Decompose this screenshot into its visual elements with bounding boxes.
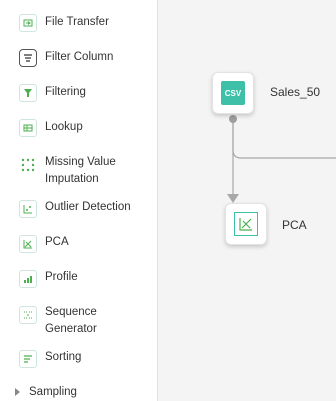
chevron-right-icon[interactable] bbox=[15, 388, 20, 396]
connector-line bbox=[232, 118, 336, 159]
palette-item-missing-value-imputation[interactable]: Missing Value Imputation bbox=[0, 153, 157, 189]
palette-item-label: Sequence Generator bbox=[45, 306, 97, 335]
sidebar-group-sampling[interactable]: Sampling bbox=[0, 384, 157, 401]
palette-item-lookup[interactable]: Lookup bbox=[0, 118, 157, 138]
file-transfer-icon bbox=[19, 14, 37, 32]
palette-item-label: Sorting bbox=[45, 351, 82, 363]
pca-icon bbox=[19, 235, 37, 253]
sorting-icon bbox=[19, 350, 37, 368]
palette-item-label: PCA bbox=[45, 236, 69, 248]
palette-item-outlier-detection[interactable]: Outlier Detection bbox=[0, 198, 157, 218]
outlier-detection-icon bbox=[19, 200, 37, 218]
node-pca[interactable] bbox=[225, 203, 267, 245]
palette-item-filtering[interactable]: Filtering bbox=[0, 83, 157, 103]
palette-item-label: Filter Column bbox=[45, 51, 114, 63]
palette-item-label: Filtering bbox=[45, 86, 86, 98]
workflow-canvas[interactable]: CSV Sales_50 PCA bbox=[158, 0, 336, 401]
palette-item-filter-column[interactable]: Filter Column bbox=[0, 48, 157, 68]
palette-item-label: Profile bbox=[45, 271, 78, 283]
arrowhead bbox=[227, 194, 239, 203]
palette-item-label: File Transfer bbox=[45, 16, 109, 28]
sidebar-palette: File Transfer Filter Column Filtering Lo… bbox=[0, 0, 158, 401]
palette-item-sorting[interactable]: Sorting bbox=[0, 348, 157, 368]
palette-item-profile[interactable]: Profile bbox=[0, 268, 157, 288]
node-label: Sales_50 bbox=[270, 85, 321, 99]
palette-item-file-transfer[interactable]: File Transfer bbox=[0, 13, 157, 33]
palette-item-label: Outlier Detection bbox=[45, 201, 131, 213]
missing-value-icon bbox=[19, 156, 37, 174]
profile-icon bbox=[19, 270, 37, 288]
palette-item-label: Missing Value Imputation bbox=[45, 156, 116, 185]
palette-item-label: Lookup bbox=[45, 121, 83, 133]
filter-column-icon bbox=[19, 49, 37, 67]
filter-icon bbox=[19, 84, 37, 102]
csv-badge: CSV bbox=[224, 88, 242, 98]
sequence-generator-icon bbox=[19, 306, 37, 324]
csv-icon: CSV bbox=[221, 81, 245, 105]
node-sales-50[interactable]: CSV bbox=[212, 72, 254, 114]
sidebar-group-label: Sampling bbox=[29, 386, 77, 398]
palette-item-sequence-generator[interactable]: Sequence Generator bbox=[0, 303, 157, 339]
lookup-icon bbox=[19, 119, 37, 137]
pca-icon bbox=[234, 212, 258, 236]
output-port[interactable] bbox=[229, 115, 237, 123]
connector-layer bbox=[227, 115, 336, 203]
palette-item-pca[interactable]: PCA bbox=[0, 233, 157, 253]
node-label: PCA bbox=[282, 218, 307, 232]
